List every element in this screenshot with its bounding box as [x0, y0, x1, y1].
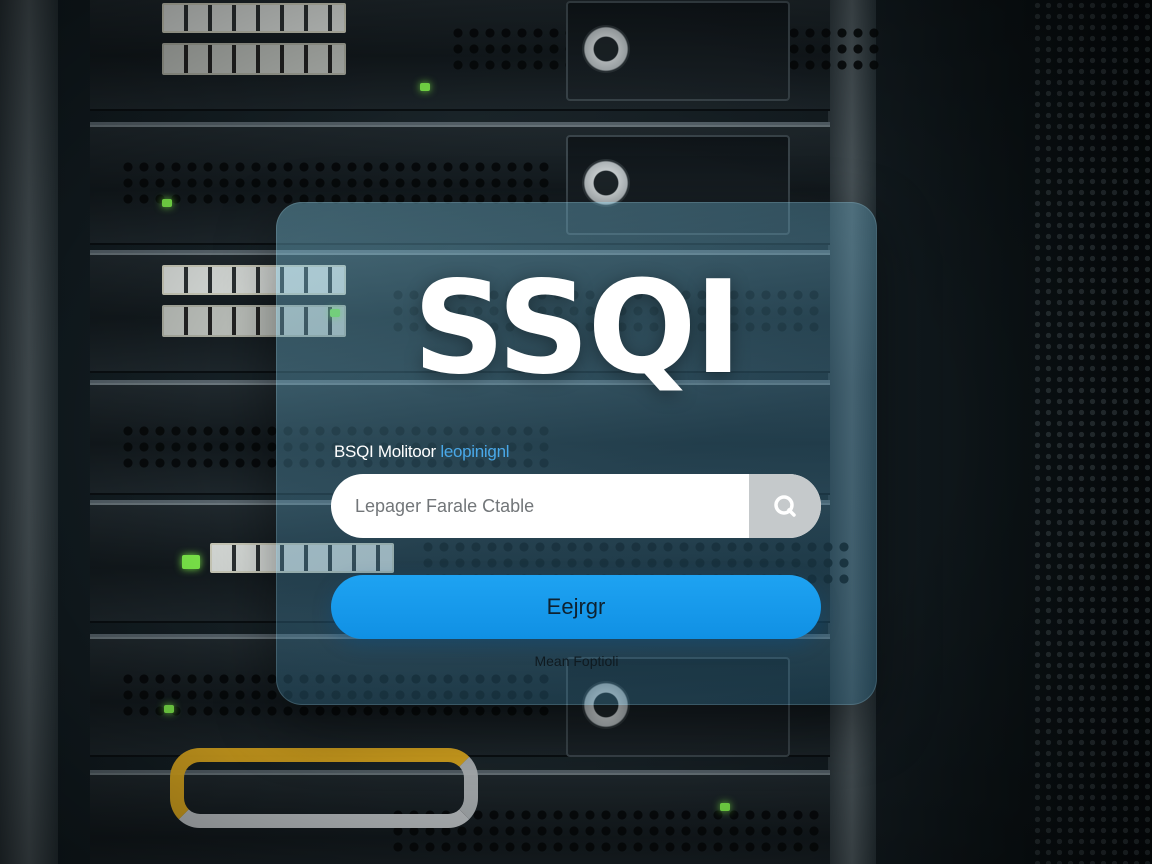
primary-action-label: Eejrgr: [546, 594, 606, 619]
subtitle-accent: leopinignl: [440, 442, 510, 461]
search-input[interactable]: [331, 474, 749, 538]
subtitle: BSQI Molitoor leopinignl: [334, 442, 510, 462]
search-bar: [331, 474, 821, 538]
search-button[interactable]: [749, 474, 821, 538]
subtitle-main: BSQI Molitoor: [334, 442, 436, 461]
glass-panel: SSQI BSQI Molitoor leopinignl Eejrgr Mea…: [276, 202, 877, 705]
footer-link[interactable]: Mean Foptioli: [276, 653, 877, 669]
app-title: SSQI: [412, 254, 742, 403]
primary-action-button[interactable]: Eejrgr: [331, 575, 821, 639]
search-icon: [774, 495, 796, 517]
